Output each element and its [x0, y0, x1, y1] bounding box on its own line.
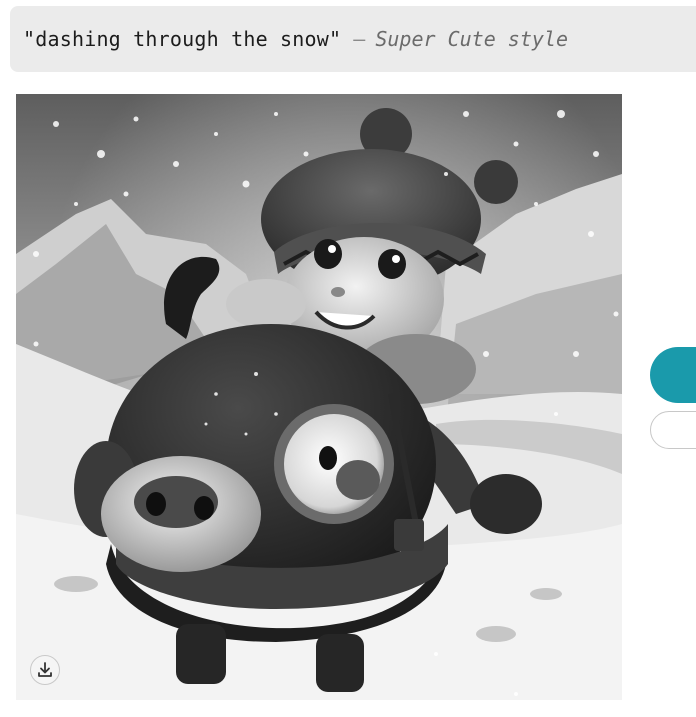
primary-action-button[interactable] [650, 347, 696, 403]
generated-image[interactable] [16, 94, 622, 700]
generated-image-illustration [16, 94, 622, 700]
prompt-text: "dashing through the snow" [23, 27, 342, 51]
style-label: Super Cute style [375, 27, 568, 51]
download-button[interactable] [30, 655, 60, 685]
secondary-action-button[interactable] [650, 411, 696, 449]
download-icon [38, 662, 52, 677]
prompt-separator: — [353, 27, 366, 51]
prompt-bar: "dashing through the snow" — Super Cute … [10, 6, 696, 72]
